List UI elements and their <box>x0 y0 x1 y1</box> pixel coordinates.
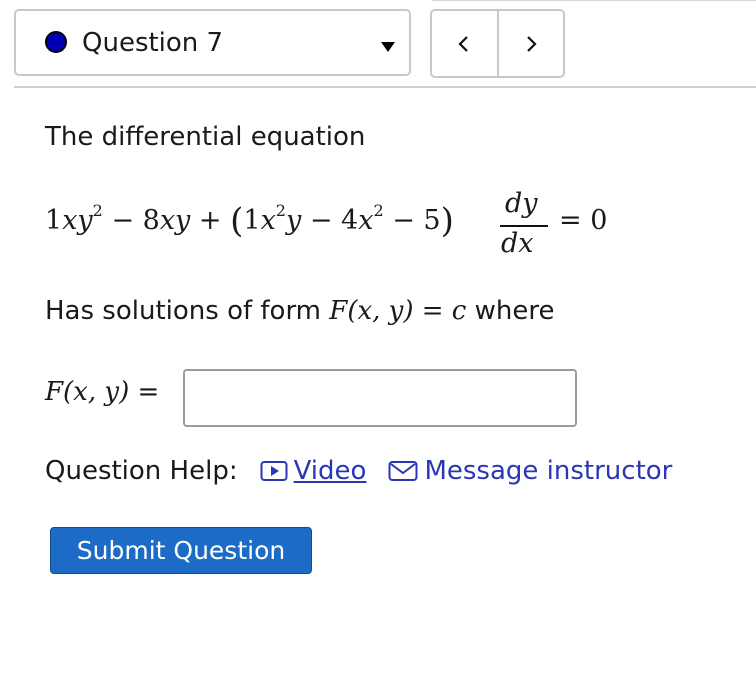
solution-form-text: Has solutions of form F(x, y) = c where <box>45 296 555 326</box>
caret-down-icon <box>381 42 395 52</box>
differential-equation: 1xy2 − 8xy + (1x2y − 4x2 − 5) dy dx = 0 <box>45 188 665 268</box>
question-help-label: Question Help: <box>45 456 238 486</box>
previous-question-button[interactable] <box>432 11 497 76</box>
answer-input[interactable] <box>183 369 577 427</box>
envelope-icon <box>388 461 418 481</box>
answer-equals: = <box>137 377 160 407</box>
form-suffix: where <box>474 296 555 326</box>
video-link[interactable]: Video <box>260 456 367 486</box>
answer-label: F(x, y) = <box>45 377 159 407</box>
video-play-icon <box>260 461 288 481</box>
form-math: F(x, y) = c <box>329 296 467 326</box>
top-divider <box>432 0 756 1</box>
question-selector[interactable]: Question 7 <box>14 9 411 76</box>
chevron-left-icon <box>458 35 469 52</box>
fraction-numerator: dy <box>505 188 538 219</box>
submit-question-button[interactable]: Submit Question <box>50 527 312 574</box>
fraction-denominator: dx <box>501 228 534 259</box>
video-link-label: Video <box>293 456 367 486</box>
next-question-button[interactable] <box>499 11 564 76</box>
question-help-row: Question Help: Video Message instructor <box>45 456 672 486</box>
message-instructor-label: Message instructor <box>424 456 673 486</box>
question-intro: The differential equation <box>45 122 366 152</box>
question-status-dot <box>45 31 67 53</box>
equation-lhs: 1xy2 − 8xy + (1x2y − 4x2 − 5) <box>45 201 454 241</box>
chevron-right-icon <box>526 35 537 52</box>
equation-rhs: = 0 <box>559 205 608 236</box>
message-instructor-link[interactable]: Message instructor <box>388 456 672 486</box>
fraction-bar <box>500 225 548 227</box>
section-divider <box>14 86 756 88</box>
answer-label-math: F(x, y) <box>45 377 130 407</box>
question-nav <box>430 9 565 78</box>
form-prefix: Has solutions of form <box>45 296 322 326</box>
question-selector-label: Question 7 <box>82 28 224 58</box>
